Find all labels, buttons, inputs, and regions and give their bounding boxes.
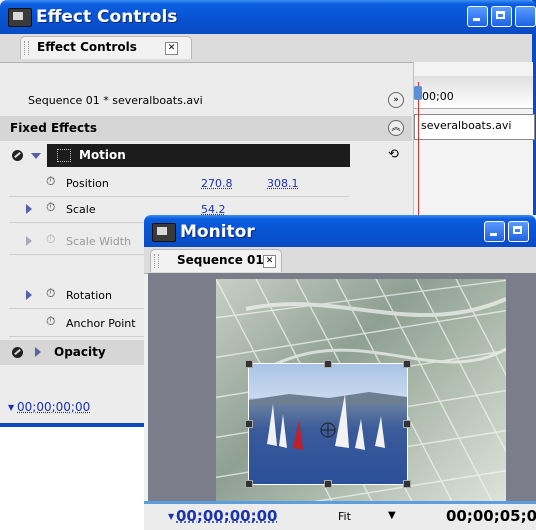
effect-controls-titlebar[interactable]: Effect Controls [0, 0, 536, 34]
resize-handle[interactable] [245, 420, 253, 428]
scale-label: Scale [66, 203, 96, 216]
stopwatch-icon[interactable]: ⏱ [46, 174, 55, 189]
zoom-level[interactable]: Fit [338, 510, 351, 523]
show-timeline-button[interactable]: » [388, 92, 404, 108]
monitor-current-time[interactable]: 00;00;00;00 [176, 507, 278, 525]
monitor-titlebar[interactable]: Monitor [144, 215, 536, 247]
monitor-window: Monitor Sequence 01 ✕ ▼ 00;00;00;00 Fit … [144, 215, 536, 530]
sequence-clip-row: Sequence 01 * severalboats.avi » [0, 90, 412, 112]
monitor-duration: 00;00;05;0 [446, 507, 536, 525]
fx-toggle-icon[interactable] [12, 150, 23, 161]
scaled-clip[interactable] [248, 363, 408, 485]
motion-label: Motion [79, 148, 126, 162]
window-title: Effect Controls [36, 7, 178, 27]
maximize-button[interactable] [491, 6, 512, 27]
sequence-label: Sequence 01 * severalboats.avi [28, 94, 203, 107]
scale-width-label: Scale Width [66, 235, 132, 248]
playhead-handle[interactable] [414, 86, 422, 100]
stopwatch-icon[interactable]: ⏱ [46, 200, 55, 215]
boats-image [249, 392, 407, 450]
app-icon [152, 223, 176, 242]
timeline-ruler[interactable]: 00;00 [414, 76, 533, 109]
stopwatch-icon[interactable]: ⏱ [46, 232, 55, 247]
rotation-expand-icon[interactable] [26, 290, 32, 300]
motion-bar: Motion [47, 144, 350, 167]
opacity-expand-icon[interactable] [35, 347, 41, 357]
fixed-effects-header: Fixed Effects ︽ [0, 116, 412, 141]
stopwatch-icon[interactable]: ⏱ [46, 286, 55, 301]
tab-label: Sequence 01 [177, 253, 264, 267]
zoom-dropdown-icon[interactable]: ▼ [388, 510, 396, 521]
tab-close-icon[interactable]: ✕ [263, 255, 276, 268]
position-row: ⏱ Position 270.8 308.1 [9, 171, 349, 197]
monitor-maximize-button[interactable] [508, 221, 529, 242]
stopwatch-icon[interactable]: ⏱ [46, 314, 55, 329]
motion-tool-icon[interactable] [57, 149, 71, 162]
resize-handle[interactable] [324, 360, 332, 368]
app-icon [8, 8, 32, 27]
scale-width-expand-icon[interactable] [26, 236, 32, 246]
position-x-value[interactable]: 270.8 [201, 177, 233, 190]
effect-tab-strip: Effect Controls ✕ [0, 34, 532, 63]
fx-toggle-icon[interactable] [12, 347, 23, 358]
tab-label: Effect Controls [37, 40, 137, 54]
monitor-minimize-button[interactable] [484, 221, 505, 242]
scale-expand-icon[interactable] [26, 204, 32, 214]
resize-handle[interactable] [245, 480, 253, 488]
timeline-time-label: 00;00 [422, 90, 454, 103]
effect-current-time[interactable]: 00;00;00;00 [17, 400, 90, 414]
close-button[interactable] [515, 6, 536, 27]
motion-effect-row[interactable]: Motion ⟲ [0, 143, 412, 168]
rotation-label: Rotation [66, 289, 113, 302]
position-label: Position [66, 177, 109, 190]
position-y-value[interactable]: 308.1 [267, 177, 299, 190]
reset-icon[interactable]: ⟲ [388, 147, 399, 162]
tab-grip[interactable] [24, 41, 29, 55]
tab-sequence-01[interactable]: Sequence 01 ✕ [150, 249, 282, 272]
tab-grip[interactable] [154, 254, 159, 268]
monitor-tab-strip: Sequence 01 ✕ [144, 247, 536, 274]
tab-close-icon[interactable]: ✕ [165, 42, 178, 55]
motion-expand-icon[interactable] [31, 153, 41, 159]
resize-handle[interactable] [324, 480, 332, 488]
fixed-effects-label: Fixed Effects [10, 121, 98, 135]
resize-handle[interactable] [403, 360, 411, 368]
clip-name: severalboats.avi [421, 119, 512, 132]
time-menu-icon[interactable]: ▼ [8, 403, 14, 412]
monitor-bottom-bar: ▼ 00;00;00;00 Fit ▼ 00;00;05;0 [144, 501, 536, 530]
tab-effect-controls[interactable]: Effect Controls ✕ [20, 36, 192, 59]
resize-handle[interactable] [403, 420, 411, 428]
resize-handle[interactable] [403, 480, 411, 488]
clip-track[interactable]: severalboats.avi [414, 114, 535, 140]
minimize-button[interactable] [467, 6, 488, 27]
collapse-button[interactable]: ︽ [388, 120, 404, 136]
time-menu-icon[interactable]: ▼ [168, 512, 174, 521]
program-viewer[interactable] [148, 273, 536, 501]
opacity-label: Opacity [54, 345, 106, 359]
monitor-title: Monitor [180, 222, 255, 242]
resize-handle[interactable] [245, 360, 253, 368]
anchor-point-label: Anchor Point [66, 317, 136, 330]
